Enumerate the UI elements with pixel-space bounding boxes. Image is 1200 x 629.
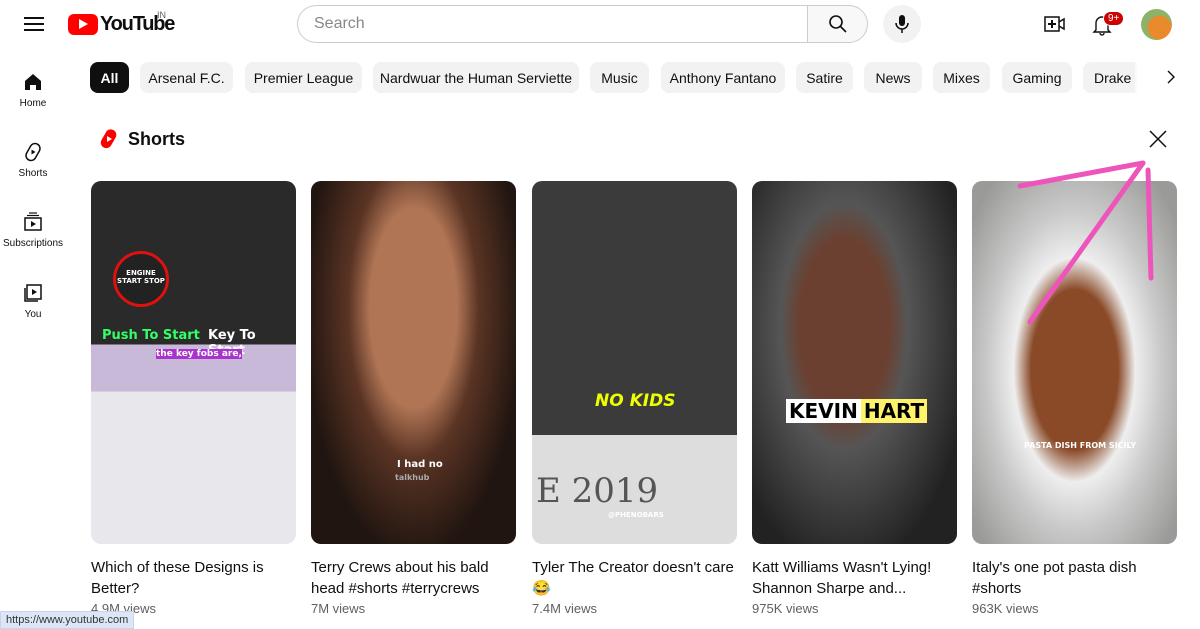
status-bar-url: https://www.youtube.com (0, 611, 135, 629)
annotation-arrow (1017, 160, 1154, 325)
